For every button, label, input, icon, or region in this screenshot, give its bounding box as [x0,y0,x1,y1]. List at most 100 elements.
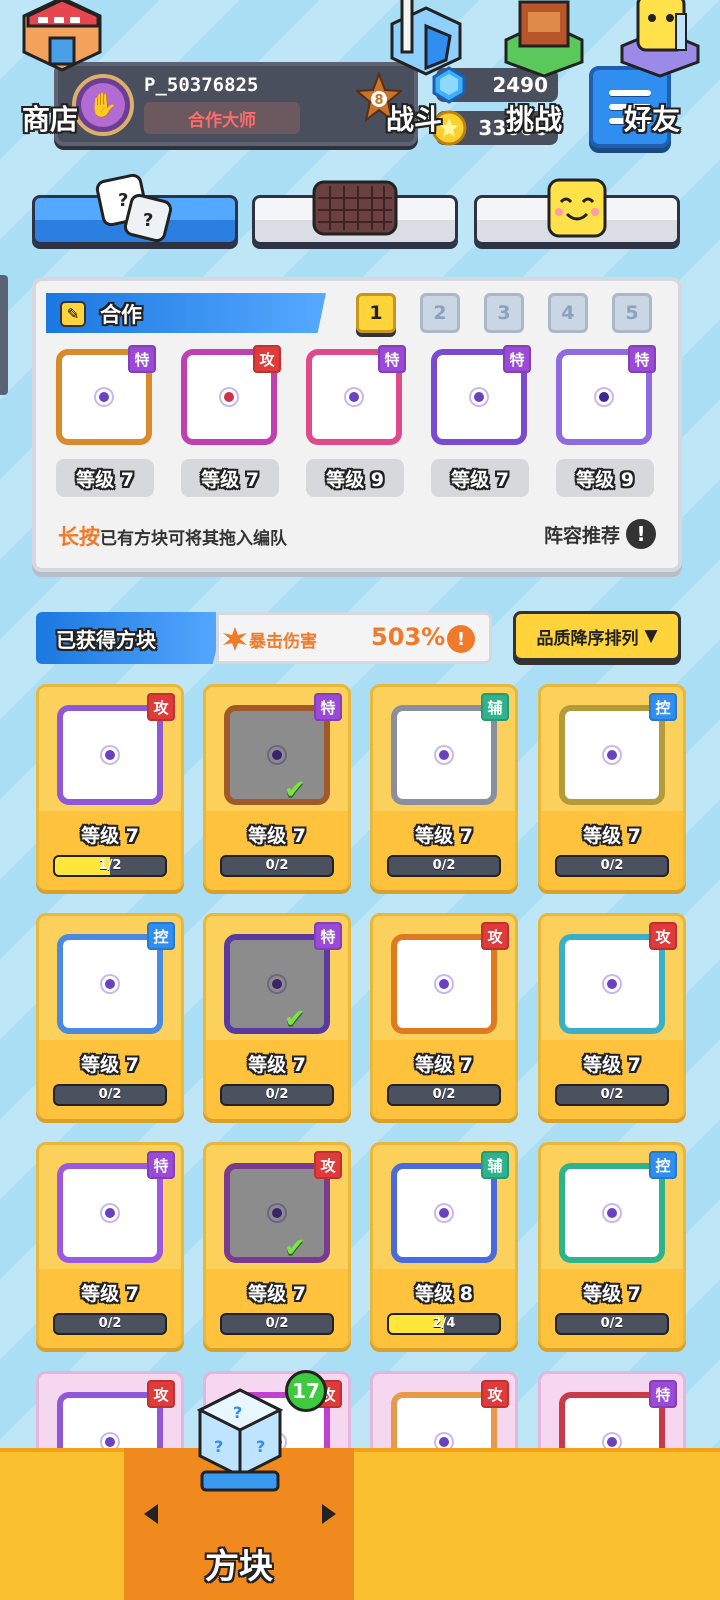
smiley-block-icon [547,178,607,238]
block-card[interactable]: 攻等级 7 0/2 [370,913,518,1119]
block-core-icon [604,1205,620,1221]
block-card[interactable]: 辅等级 7 0/2 [370,684,518,890]
team-slot-5[interactable]: 5 [612,293,652,333]
block-card[interactable]: 攻等级 7 0/2 [538,913,686,1119]
team-block-5[interactable]: 特 [556,345,656,445]
progress-text: 0/2 [600,1316,624,1331]
rainbow-block-icon [346,389,362,405]
crack-block-icon [596,389,612,405]
bottom-nav [0,1448,720,1600]
upgrade-progress-bar: 0/2 [53,1084,167,1106]
team-block-2[interactable]: 攻 [181,345,281,445]
block-level: 等级 7 [583,825,641,847]
block-card[interactable]: 攻 ✔ 等级 7 0/2 [203,1142,351,1348]
team-block-4[interactable]: 特 [431,345,531,445]
arrow-left-icon[interactable] [144,1504,160,1524]
block-core-icon [102,1205,118,1221]
side-edge-tab[interactable] [0,275,8,395]
info-icon[interactable]: ! [626,519,656,549]
type-tag: 攻 [649,922,677,950]
equipped-check-icon: ✔ [284,775,306,805]
tab-character-mode[interactable] [474,178,680,245]
team-slot-3[interactable]: 3 [484,293,524,333]
nav-challenge-label: 挑战 [506,103,563,136]
block-level: 等级 7 [81,1054,139,1076]
arrow-right-icon[interactable] [320,1504,336,1524]
block-card[interactable]: 特等级 7 0/2 [36,1142,184,1348]
block-card[interactable]: 特 ✔ 等级 7 0/2 [203,913,351,1119]
sort-label: 品质降序排列 [536,628,639,649]
crit-info-icon[interactable]: ! [447,625,475,653]
team-level-1: 等级 7 [56,459,154,497]
block-art [57,934,163,1034]
type-tag: 攻 [481,922,509,950]
progress-text: 0/2 [432,858,456,873]
block-card[interactable]: 控等级 7 0/2 [538,1142,686,1348]
svg-text:?: ? [143,210,153,231]
nav-challenge[interactable]: 挑战 [484,0,602,152]
type-tag: 攻 [147,1380,175,1408]
block-art [559,934,665,1034]
grid-board-icon [312,180,398,236]
upgrade-progress-bar: 2/4 [387,1313,501,1335]
team-block-3[interactable]: 特 [306,345,406,445]
team-level-5: 等级 9 [556,459,654,497]
block-card[interactable]: 控等级 7 0/2 [36,913,184,1119]
sort-dropdown[interactable]: 品质降序排列 ▼ [513,611,681,661]
svg-text:?: ? [233,1403,242,1422]
block-card[interactable]: 辅等级 8 2/4 [370,1142,518,1348]
team-slot-4[interactable]: 4 [548,293,588,333]
team-slot-1[interactable]: 1 [356,293,396,333]
crit-damage-panel: 暴击伤害 503% ! [216,612,492,664]
block-art [224,1163,330,1263]
team-level-4: 等级 7 [431,459,529,497]
type-tag: 辅 [481,693,509,721]
block-level: 等级 7 [583,1283,641,1305]
team-block-1[interactable]: 特 [56,345,156,445]
coop-title: 合作 [100,303,142,327]
progress-text: 0/2 [265,858,289,873]
upgrade-progress-bar: 0/2 [555,855,669,877]
edit-pencil-icon[interactable]: ✎ [60,301,86,327]
block-core-icon [436,976,452,992]
type-tag: 辅 [481,1151,509,1179]
upgrade-progress-bar: 0/2 [220,1313,334,1335]
tab-coop-mode[interactable]: ? ? [32,173,238,245]
block-level: 等级 7 [248,1283,306,1305]
block-level: 等级 7 [583,1054,641,1076]
block-core-icon [102,976,118,992]
nav-blocks[interactable]: ? ? ? 方块 [124,1388,354,1600]
block-card[interactable]: 特 ✔ 等级 7 0/2 [203,684,351,890]
block-art [224,705,330,805]
equipped-check-icon: ✔ [284,1004,306,1034]
lineup-recommend-button[interactable]: 阵容推荐 [544,521,620,548]
type-tag: 控 [147,922,175,950]
hint-text: 已有方块可将其拖入编队 [100,529,287,549]
shop-icon [22,0,102,72]
nav-shop[interactable]: 商店 [0,0,124,152]
team-level-2: 等级 7 [181,459,279,497]
team-slot-2[interactable]: 2 [420,293,460,333]
block-level: 等级 7 [81,825,139,847]
nav-battle[interactable]: 战斗 [364,0,484,152]
svg-text:?: ? [256,1437,265,1456]
block-level: 等级 7 [248,825,306,847]
block-core-icon [102,747,118,763]
coop-header: ✎ 合作 [46,293,326,333]
progress-text: 0/2 [600,858,624,873]
block-art [559,705,665,805]
type-tag: 控 [649,1151,677,1179]
block-card[interactable]: 攻等级 7 1/2 [36,684,184,890]
block-card[interactable]: 控等级 7 0/2 [538,684,686,890]
block-art [224,934,330,1034]
block-level: 等级 7 [415,1054,473,1076]
tab-board-mode[interactable] [252,180,458,245]
crit-damage-label: 暴击伤害 [249,632,317,652]
block-level: 等级 8 [415,1283,473,1305]
progress-text: 0/2 [265,1087,289,1102]
challenge-icon [504,0,584,78]
type-tag: 攻 [253,345,281,373]
nav-friends[interactable]: 好友 [602,0,720,152]
block-core-icon [604,747,620,763]
coop-team-panel: ✎ 合作 1 2 3 4 5 特 攻 特 特 特 等级 7 等级 7 等级 9 … [32,277,682,572]
